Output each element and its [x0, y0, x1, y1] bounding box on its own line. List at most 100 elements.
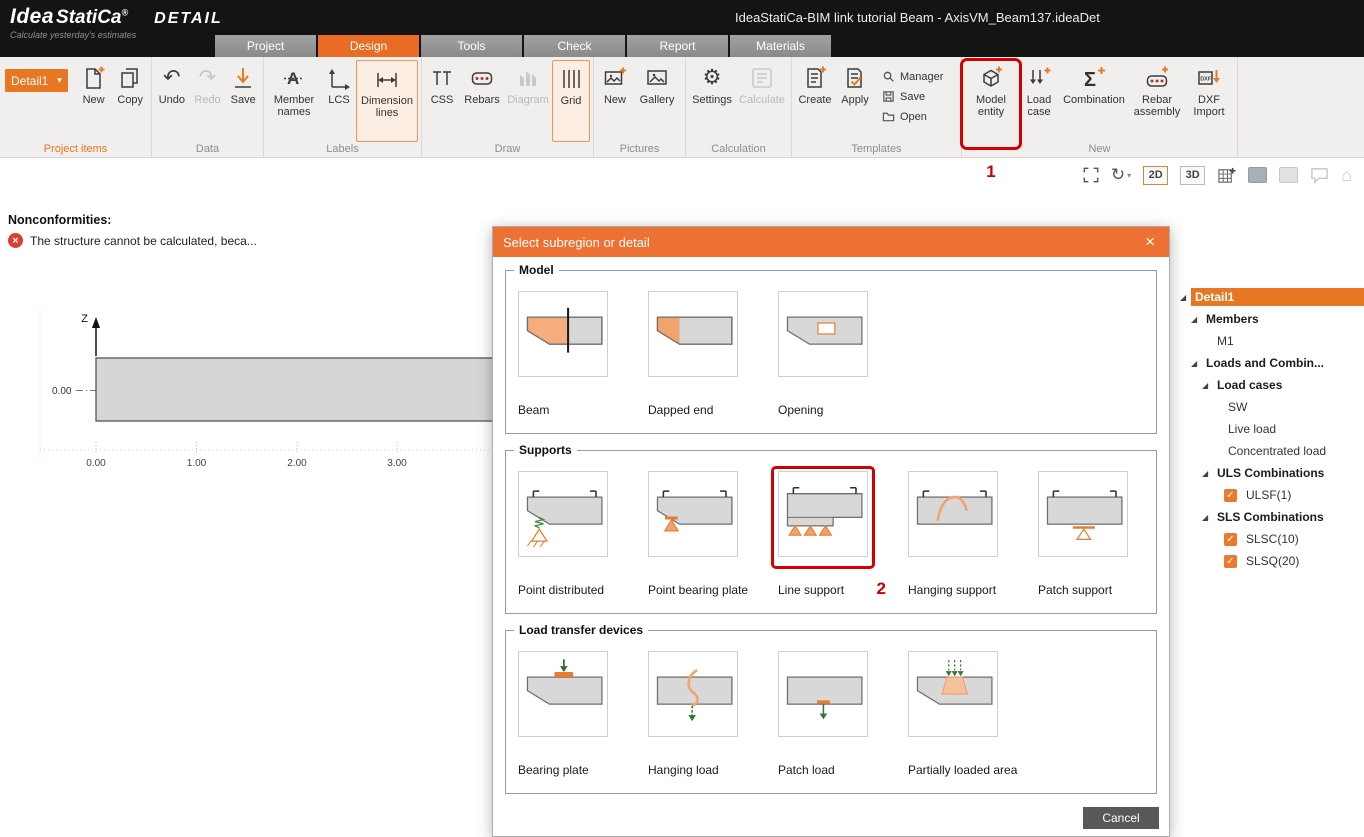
gallery-button[interactable]: Gallery — [634, 60, 680, 142]
tile-beam[interactable]: Beam — [518, 291, 608, 417]
tree-item-label: ULSF(1) — [1242, 486, 1295, 504]
checkbox-checked[interactable]: ✓ — [1224, 489, 1237, 502]
tile-hanging-support[interactable]: Hanging support — [908, 471, 998, 597]
expander-icon[interactable]: ◢ — [1191, 359, 1202, 368]
member-names-toggle[interactable]: AMember names — [266, 60, 322, 142]
tree-item-detail1[interactable]: ◢Detail1 — [1178, 286, 1364, 308]
open-template-button[interactable]: Open — [882, 110, 943, 123]
load-case-button[interactable]: Load case — [1018, 60, 1060, 142]
new-picture-button[interactable]: New — [596, 60, 634, 142]
undo-button[interactable]: ↶Undo — [154, 60, 190, 142]
solid-view-icon[interactable] — [1248, 167, 1267, 183]
tile-point-distributed[interactable]: Point distributed — [518, 471, 608, 597]
tree-item-m1[interactable]: M1 — [1178, 330, 1364, 352]
home-icon[interactable]: ⌂ — [1341, 166, 1352, 184]
tree-item-live-load[interactable]: Live load — [1178, 418, 1364, 440]
tile-opening[interactable]: Opening — [778, 291, 868, 417]
tile-label: Bearing plate — [518, 763, 608, 777]
tree-item-load-cases[interactable]: ◢Load cases — [1178, 374, 1364, 396]
checkbox-checked[interactable]: ✓ — [1224, 555, 1237, 568]
dialog-section-supports: SupportsPoint distributedPoint bearing p… — [505, 450, 1157, 614]
ribbon-button-label: Settings — [692, 94, 732, 106]
rebar-assembly-icon — [1144, 65, 1170, 91]
redo-button[interactable]: ↷Redo — [190, 60, 226, 142]
tile-patch-load[interactable]: Patch load — [778, 651, 868, 777]
tree-item-members[interactable]: ◢Members — [1178, 308, 1364, 330]
checkbox-checked[interactable]: ✓ — [1224, 533, 1237, 546]
zoom-extents-icon[interactable] — [1083, 167, 1099, 183]
css-button[interactable]: CSS — [424, 60, 460, 142]
transparent-view-icon[interactable] — [1279, 167, 1298, 183]
ribbon-group-label: Labels — [264, 143, 421, 155]
tile-patch-support[interactable]: Patch support — [1038, 471, 1128, 597]
combination-button[interactable]: ΣCombination — [1060, 60, 1128, 142]
ribbon-group-pictures: NewGalleryPictures — [594, 57, 686, 157]
tree-item-sls-combinations[interactable]: ◢SLS Combinations — [1178, 506, 1364, 528]
tree-item-slsc-10[interactable]: ✓SLSC(10) — [1178, 528, 1364, 550]
template-apply-icon — [842, 65, 868, 91]
diagram-toggle[interactable]: Diagram — [504, 60, 552, 142]
close-icon[interactable]: × — [1141, 232, 1159, 252]
ribbon-button-label: DXF Import — [1186, 94, 1232, 118]
dialog-body: ModelBeamDapped endOpeningSupportsPoint … — [493, 257, 1169, 836]
dxf-import-button[interactable]: DXFDXF Import — [1186, 60, 1232, 142]
template-manager-button[interactable]: Manager — [882, 70, 943, 83]
tile-point-bearing-plate[interactable]: Point bearing plate — [648, 471, 738, 597]
line-support-thumbnail-icon — [778, 471, 868, 557]
ribbon-group-templates: CreateApplyManagerSaveOpenTemplates — [792, 57, 962, 157]
tab-materials[interactable]: Materials — [730, 35, 831, 57]
expander-icon[interactable]: ◢ — [1202, 381, 1213, 390]
calculate-button[interactable]: Calculate — [736, 60, 788, 142]
save-button[interactable]: Save — [225, 60, 261, 142]
tab-design[interactable]: Design — [318, 35, 419, 57]
view-2d-button[interactable]: 2D — [1143, 166, 1168, 185]
tile-label: Hanging support — [908, 583, 998, 597]
dimension-lines-toggle[interactable]: Dimension lines — [356, 60, 418, 142]
ribbon-button-label: Apply — [841, 94, 869, 106]
tile-dapped-end[interactable]: Dapped end — [648, 291, 738, 417]
tile-line-support[interactable]: Line support2 — [778, 471, 868, 597]
tab-project[interactable]: Project — [215, 35, 316, 57]
new-project-item-button[interactable]: New — [76, 60, 112, 142]
model-entity-button[interactable]: Model entity1 — [964, 60, 1018, 142]
detail-selector[interactable]: Detail1▾ — [5, 69, 68, 92]
rotate-view-icon[interactable]: ↻▾ — [1111, 166, 1131, 184]
tab-report[interactable]: Report — [627, 35, 728, 57]
lcs-toggle[interactable]: LCS — [322, 60, 356, 142]
tree-item-label: ULS Combinations — [1213, 464, 1328, 482]
project-tree: ◢Detail1◢MembersM1◢Loads and Combin...◢L… — [1178, 286, 1364, 572]
rebars-button[interactable]: Rebars — [460, 60, 504, 142]
expander-icon[interactable]: ◢ — [1202, 513, 1213, 522]
tile-hanging-load[interactable]: Hanging load — [648, 651, 738, 777]
settings-button[interactable]: ⚙Settings — [688, 60, 736, 142]
grid-toggle[interactable]: Grid — [552, 60, 590, 142]
tile-partially-loaded-area[interactable]: Partially loaded area — [908, 651, 998, 777]
apply-template-button[interactable]: Apply — [836, 60, 874, 142]
tree-item-slsq-20[interactable]: ✓SLSQ(20) — [1178, 550, 1364, 572]
cancel-button[interactable]: Cancel — [1083, 807, 1159, 829]
beam-diagram-canvas[interactable]: Z 0.00 0.00 1.00 2.00 3.00 — [28, 300, 512, 480]
dialog-header[interactable]: Select subregion or detail × — [493, 227, 1169, 257]
copy-project-item-button[interactable]: Copy — [111, 60, 149, 142]
view-3d-button[interactable]: 3D — [1180, 166, 1205, 185]
grid-settings-icon[interactable] — [1217, 166, 1236, 185]
save-template-button[interactable]: Save — [882, 90, 943, 103]
rebar-assembly-button[interactable]: Rebar assembly — [1128, 60, 1186, 142]
nonconformity-item[interactable]: × The structure cannot be calculated, be… — [8, 233, 257, 248]
expander-icon[interactable]: ◢ — [1180, 293, 1191, 302]
tree-item-ulsf-1[interactable]: ✓ ULSF(1) — [1178, 484, 1364, 506]
tree-item-loads-and-combin[interactable]: ◢Loads and Combin... — [1178, 352, 1364, 374]
tree-item-uls-combinations[interactable]: ◢ULS Combinations — [1178, 462, 1364, 484]
nonconformities-panel: Nonconformities: × The structure cannot … — [8, 213, 257, 248]
tab-tools[interactable]: Tools — [421, 35, 522, 57]
expander-icon[interactable]: ◢ — [1191, 315, 1202, 324]
tree-item-sw[interactable]: SW — [1178, 396, 1364, 418]
expander-icon[interactable]: ◢ — [1202, 469, 1213, 478]
create-template-button[interactable]: Create — [794, 60, 836, 142]
tab-check[interactable]: Check — [524, 35, 625, 57]
chevron-down-icon: ▾ — [1127, 171, 1131, 180]
tree-item-concentrated-load[interactable]: Concentrated load — [1178, 440, 1364, 462]
ribbon-button-label: Open — [900, 111, 927, 123]
comment-icon[interactable] — [1310, 167, 1329, 184]
tile-bearing-plate[interactable]: Bearing plate — [518, 651, 608, 777]
